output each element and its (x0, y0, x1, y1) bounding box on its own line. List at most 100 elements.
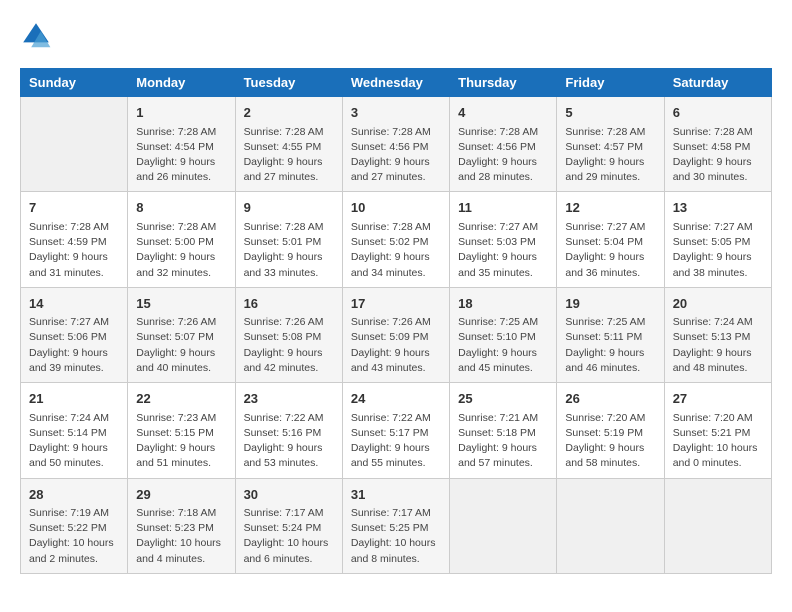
day-number: 3 (351, 103, 441, 123)
day-number: 14 (29, 294, 119, 314)
calendar-cell (21, 97, 128, 192)
day-info: Sunrise: 7:17 AMSunset: 5:24 PMDaylight:… (244, 506, 334, 567)
day-info: Sunrise: 7:20 AMSunset: 5:19 PMDaylight:… (565, 411, 655, 472)
calendar-cell: 30Sunrise: 7:17 AMSunset: 5:24 PMDayligh… (235, 478, 342, 573)
day-info: Sunrise: 7:28 AMSunset: 4:57 PMDaylight:… (565, 125, 655, 186)
day-info: Sunrise: 7:22 AMSunset: 5:16 PMDaylight:… (244, 411, 334, 472)
day-info: Sunrise: 7:28 AMSunset: 4:56 PMDaylight:… (351, 125, 441, 186)
calendar-cell: 13Sunrise: 7:27 AMSunset: 5:05 PMDayligh… (664, 192, 771, 287)
day-info: Sunrise: 7:24 AMSunset: 5:13 PMDaylight:… (673, 315, 763, 376)
column-header-sunday: Sunday (21, 69, 128, 97)
day-number: 4 (458, 103, 548, 123)
calendar-cell: 5Sunrise: 7:28 AMSunset: 4:57 PMDaylight… (557, 97, 664, 192)
calendar-cell: 31Sunrise: 7:17 AMSunset: 5:25 PMDayligh… (342, 478, 449, 573)
column-header-friday: Friday (557, 69, 664, 97)
week-row-1: 1Sunrise: 7:28 AMSunset: 4:54 PMDaylight… (21, 97, 772, 192)
day-info: Sunrise: 7:28 AMSunset: 5:01 PMDaylight:… (244, 220, 334, 281)
calendar-cell: 1Sunrise: 7:28 AMSunset: 4:54 PMDaylight… (128, 97, 235, 192)
calendar-cell: 9Sunrise: 7:28 AMSunset: 5:01 PMDaylight… (235, 192, 342, 287)
day-info: Sunrise: 7:27 AMSunset: 5:03 PMDaylight:… (458, 220, 548, 281)
calendar-cell: 23Sunrise: 7:22 AMSunset: 5:16 PMDayligh… (235, 383, 342, 478)
calendar-cell: 21Sunrise: 7:24 AMSunset: 5:14 PMDayligh… (21, 383, 128, 478)
day-info: Sunrise: 7:20 AMSunset: 5:21 PMDaylight:… (673, 411, 763, 472)
day-number: 7 (29, 198, 119, 218)
calendar-cell: 3Sunrise: 7:28 AMSunset: 4:56 PMDaylight… (342, 97, 449, 192)
calendar-cell: 7Sunrise: 7:28 AMSunset: 4:59 PMDaylight… (21, 192, 128, 287)
day-info: Sunrise: 7:28 AMSunset: 4:58 PMDaylight:… (673, 125, 763, 186)
calendar-cell: 16Sunrise: 7:26 AMSunset: 5:08 PMDayligh… (235, 287, 342, 382)
calendar-cell: 28Sunrise: 7:19 AMSunset: 5:22 PMDayligh… (21, 478, 128, 573)
calendar-cell: 17Sunrise: 7:26 AMSunset: 5:09 PMDayligh… (342, 287, 449, 382)
day-number: 17 (351, 294, 441, 314)
day-info: Sunrise: 7:23 AMSunset: 5:15 PMDaylight:… (136, 411, 226, 472)
calendar-cell: 19Sunrise: 7:25 AMSunset: 5:11 PMDayligh… (557, 287, 664, 382)
day-number: 27 (673, 389, 763, 409)
calendar-cell: 24Sunrise: 7:22 AMSunset: 5:17 PMDayligh… (342, 383, 449, 478)
column-header-tuesday: Tuesday (235, 69, 342, 97)
column-header-wednesday: Wednesday (342, 69, 449, 97)
calendar-cell: 29Sunrise: 7:18 AMSunset: 5:23 PMDayligh… (128, 478, 235, 573)
calendar-cell: 20Sunrise: 7:24 AMSunset: 5:13 PMDayligh… (664, 287, 771, 382)
day-number: 21 (29, 389, 119, 409)
week-row-3: 14Sunrise: 7:27 AMSunset: 5:06 PMDayligh… (21, 287, 772, 382)
calendar-cell: 11Sunrise: 7:27 AMSunset: 5:03 PMDayligh… (450, 192, 557, 287)
day-number: 25 (458, 389, 548, 409)
day-info: Sunrise: 7:25 AMSunset: 5:11 PMDaylight:… (565, 315, 655, 376)
day-info: Sunrise: 7:28 AMSunset: 4:59 PMDaylight:… (29, 220, 119, 281)
day-info: Sunrise: 7:28 AMSunset: 4:56 PMDaylight:… (458, 125, 548, 186)
day-info: Sunrise: 7:27 AMSunset: 5:06 PMDaylight:… (29, 315, 119, 376)
day-number: 2 (244, 103, 334, 123)
calendar-cell: 8Sunrise: 7:28 AMSunset: 5:00 PMDaylight… (128, 192, 235, 287)
day-number: 12 (565, 198, 655, 218)
day-number: 15 (136, 294, 226, 314)
calendar-cell: 4Sunrise: 7:28 AMSunset: 4:56 PMDaylight… (450, 97, 557, 192)
day-number: 16 (244, 294, 334, 314)
page-header (20, 20, 772, 52)
column-header-monday: Monday (128, 69, 235, 97)
day-number: 1 (136, 103, 226, 123)
week-row-5: 28Sunrise: 7:19 AMSunset: 5:22 PMDayligh… (21, 478, 772, 573)
day-info: Sunrise: 7:21 AMSunset: 5:18 PMDaylight:… (458, 411, 548, 472)
day-number: 13 (673, 198, 763, 218)
calendar-table: SundayMondayTuesdayWednesdayThursdayFrid… (20, 68, 772, 574)
calendar-cell: 25Sunrise: 7:21 AMSunset: 5:18 PMDayligh… (450, 383, 557, 478)
calendar-cell: 10Sunrise: 7:28 AMSunset: 5:02 PMDayligh… (342, 192, 449, 287)
calendar-cell (450, 478, 557, 573)
day-info: Sunrise: 7:19 AMSunset: 5:22 PMDaylight:… (29, 506, 119, 567)
day-info: Sunrise: 7:26 AMSunset: 5:07 PMDaylight:… (136, 315, 226, 376)
day-info: Sunrise: 7:27 AMSunset: 5:04 PMDaylight:… (565, 220, 655, 281)
column-header-saturday: Saturday (664, 69, 771, 97)
logo (20, 20, 56, 52)
day-number: 5 (565, 103, 655, 123)
day-number: 23 (244, 389, 334, 409)
calendar-cell (664, 478, 771, 573)
calendar-cell: 14Sunrise: 7:27 AMSunset: 5:06 PMDayligh… (21, 287, 128, 382)
day-info: Sunrise: 7:18 AMSunset: 5:23 PMDaylight:… (136, 506, 226, 567)
day-number: 22 (136, 389, 226, 409)
day-info: Sunrise: 7:27 AMSunset: 5:05 PMDaylight:… (673, 220, 763, 281)
calendar-cell: 27Sunrise: 7:20 AMSunset: 5:21 PMDayligh… (664, 383, 771, 478)
day-number: 8 (136, 198, 226, 218)
day-number: 24 (351, 389, 441, 409)
day-info: Sunrise: 7:24 AMSunset: 5:14 PMDaylight:… (29, 411, 119, 472)
logo-icon (20, 20, 52, 52)
day-number: 31 (351, 485, 441, 505)
day-info: Sunrise: 7:28 AMSunset: 5:00 PMDaylight:… (136, 220, 226, 281)
day-number: 26 (565, 389, 655, 409)
day-number: 30 (244, 485, 334, 505)
day-info: Sunrise: 7:28 AMSunset: 4:54 PMDaylight:… (136, 125, 226, 186)
day-number: 18 (458, 294, 548, 314)
day-info: Sunrise: 7:28 AMSunset: 4:55 PMDaylight:… (244, 125, 334, 186)
week-row-2: 7Sunrise: 7:28 AMSunset: 4:59 PMDaylight… (21, 192, 772, 287)
day-number: 29 (136, 485, 226, 505)
calendar-cell: 12Sunrise: 7:27 AMSunset: 5:04 PMDayligh… (557, 192, 664, 287)
day-number: 11 (458, 198, 548, 218)
day-info: Sunrise: 7:26 AMSunset: 5:09 PMDaylight:… (351, 315, 441, 376)
day-info: Sunrise: 7:25 AMSunset: 5:10 PMDaylight:… (458, 315, 548, 376)
calendar-cell: 22Sunrise: 7:23 AMSunset: 5:15 PMDayligh… (128, 383, 235, 478)
day-number: 19 (565, 294, 655, 314)
column-header-thursday: Thursday (450, 69, 557, 97)
day-info: Sunrise: 7:17 AMSunset: 5:25 PMDaylight:… (351, 506, 441, 567)
calendar-cell (557, 478, 664, 573)
calendar-cell: 2Sunrise: 7:28 AMSunset: 4:55 PMDaylight… (235, 97, 342, 192)
